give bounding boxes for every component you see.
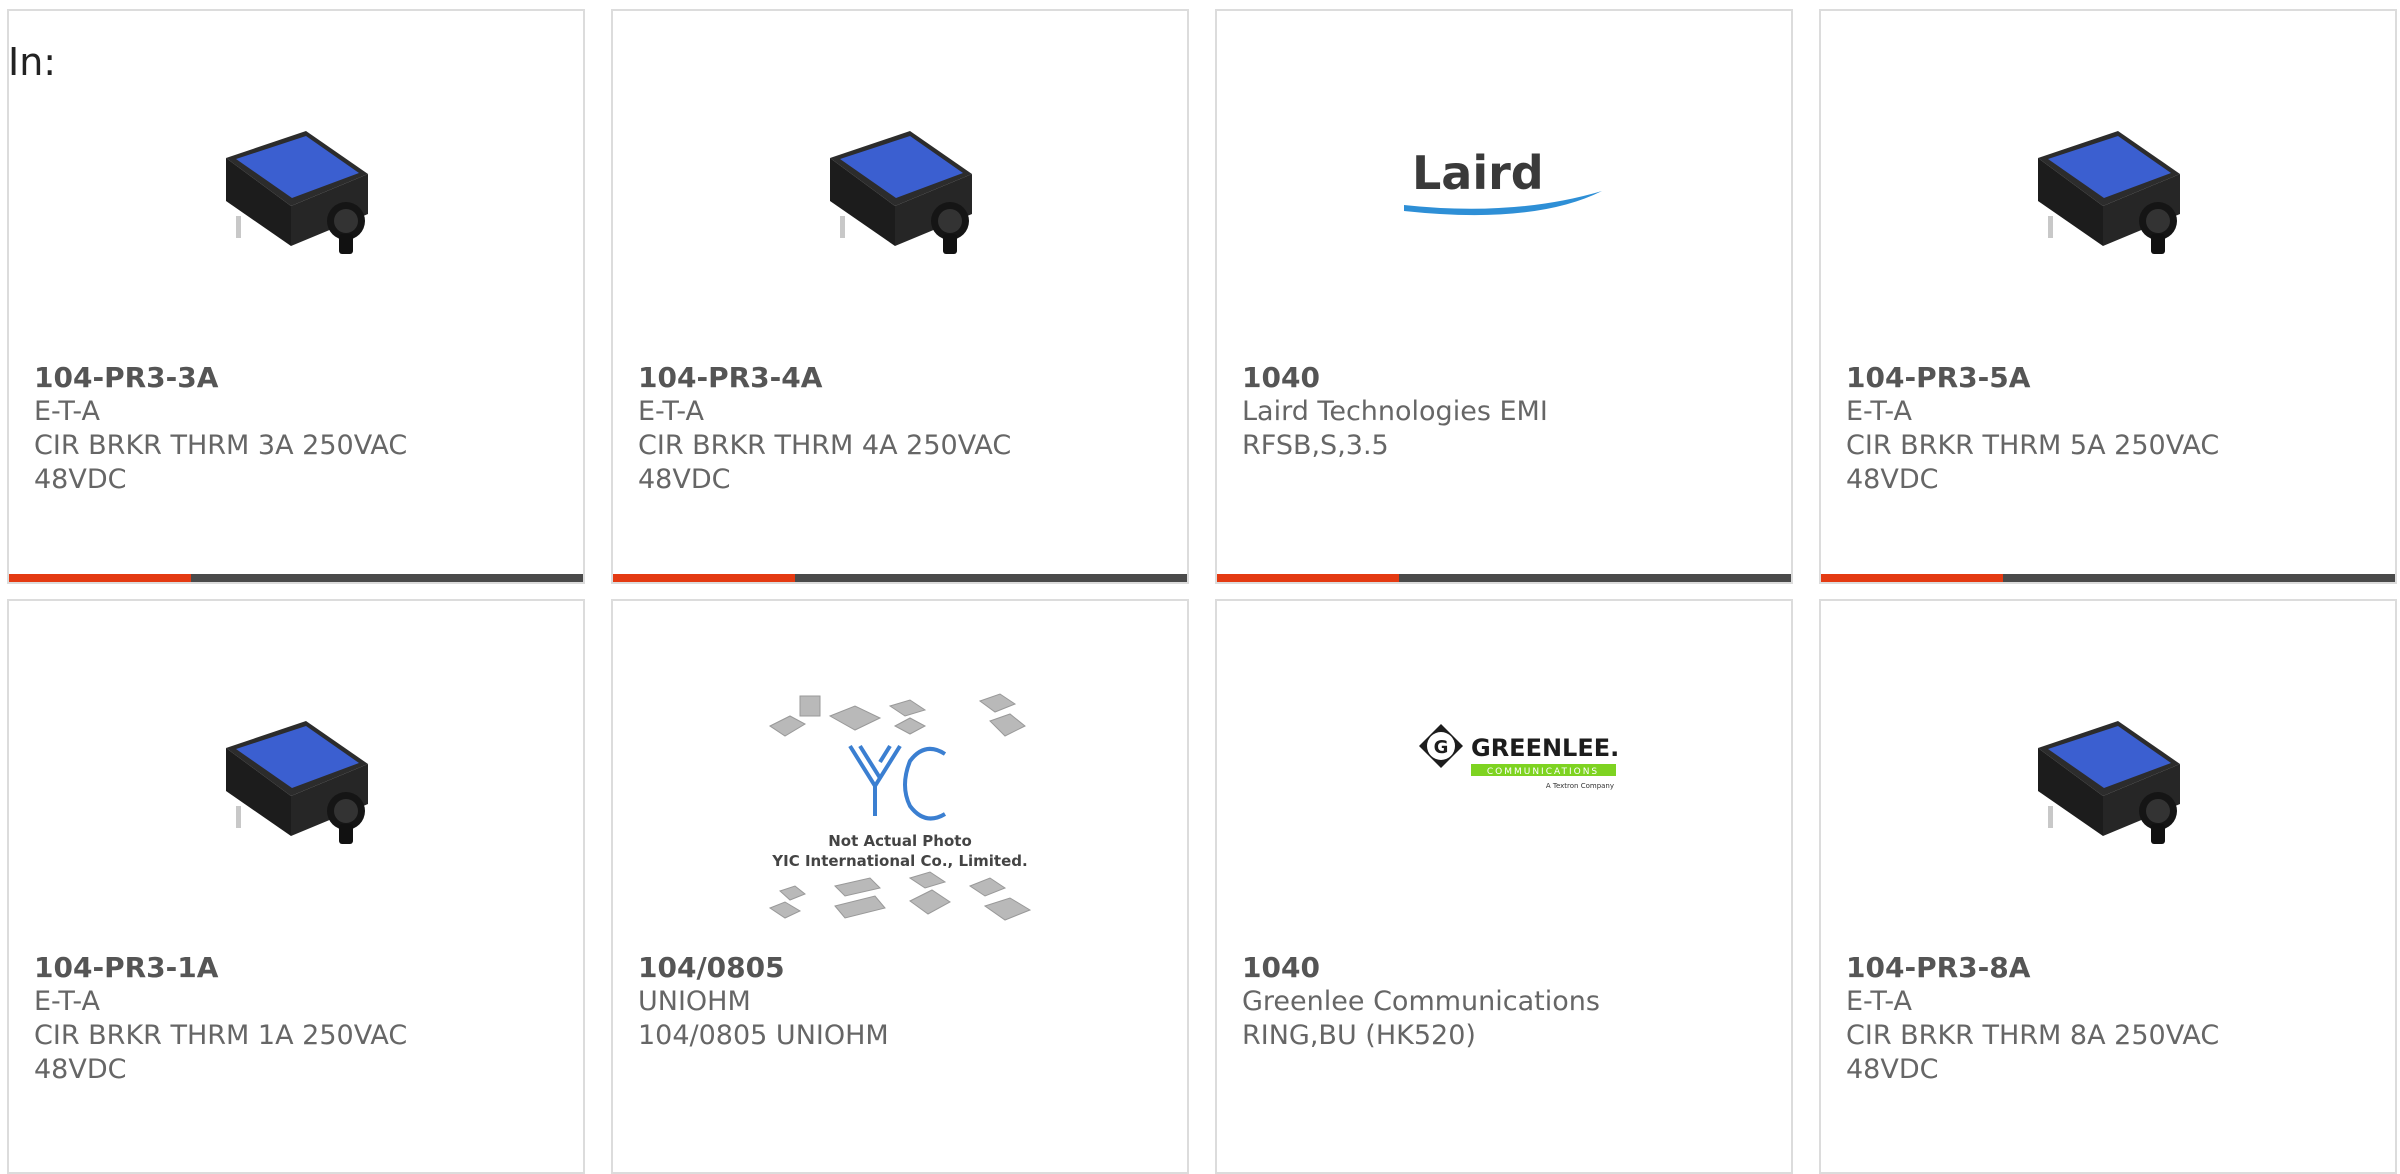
part-number[interactable]: 104/0805 xyxy=(638,951,1167,985)
description: CIR BRKR THRM 1A 250VAC 48VDC xyxy=(34,1020,408,1085)
product-image[interactable] xyxy=(1821,671,2395,871)
laird-logo: Laird xyxy=(1404,146,1602,216)
description: 104/0805 UNIOHM xyxy=(638,1020,889,1051)
card-bar xyxy=(9,574,583,582)
product-image[interactable] xyxy=(9,81,583,281)
card-bar xyxy=(1217,574,1791,582)
product-image[interactable]: Laird xyxy=(1217,81,1791,281)
photo-note-1: Not Actual Photo xyxy=(828,832,972,850)
part-number[interactable]: 104-PR3-4A xyxy=(638,361,1167,395)
svg-text:G: G xyxy=(1434,737,1449,758)
card-bar-accent xyxy=(1821,574,2003,582)
greenlee-logo-text: GREENLEE. xyxy=(1471,734,1619,762)
yic-placeholder-image: Not Actual Photo YIC International Co., … xyxy=(768,693,1032,921)
card-bar-accent xyxy=(9,574,191,582)
product-image[interactable]: G GREENLEE. COMMUNICATIONS A Textron Com… xyxy=(1217,671,1791,871)
part-number[interactable]: 104-PR3-5A xyxy=(1846,361,2375,395)
laird-logo-text: Laird xyxy=(1412,146,1544,200)
description: CIR BRKR THRM 3A 250VAC 48VDC xyxy=(34,430,408,495)
manufacturer: E-T-A xyxy=(638,396,704,427)
manufacturer: E-T-A xyxy=(1846,986,1912,1017)
manufacturer: E-T-A xyxy=(1846,396,1912,427)
card-bar-accent xyxy=(1217,574,1399,582)
description: CIR BRKR THRM 8A 250VAC 48VDC xyxy=(1846,1020,2220,1085)
card-bar xyxy=(613,574,1187,582)
card-bar xyxy=(1821,574,2395,582)
product-image[interactable] xyxy=(613,81,1187,281)
manufacturer: E-T-A xyxy=(34,986,100,1017)
product-card[interactable]: 104-PR3-1A E-T-A CIR BRKR THRM 1A 250VAC… xyxy=(7,599,585,1174)
greenlee-logo-sub: COMMUNICATIONS xyxy=(1487,767,1599,777)
greenlee-logo-tag: A Textron Company xyxy=(1546,782,1614,790)
manufacturer: Laird Technologies EMI xyxy=(1242,396,1548,427)
part-number[interactable]: 1040 xyxy=(1242,361,1771,395)
part-number[interactable]: 1040 xyxy=(1242,951,1771,985)
product-card[interactable]: 104-PR3-5A E-T-A CIR BRKR THRM 5A 250VAC… xyxy=(1819,9,2397,584)
part-number[interactable]: 104-PR3-1A xyxy=(34,951,563,985)
product-image[interactable]: Not Actual Photo YIC International Co., … xyxy=(613,686,1187,936)
filter-label: In: xyxy=(8,40,57,84)
manufacturer: Greenlee Communications xyxy=(1242,986,1600,1017)
manufacturer: E-T-A xyxy=(34,396,100,427)
photo-note-2: YIC International Co., Limited. xyxy=(771,852,1027,870)
greenlee-logo: G GREENLEE. COMMUNICATIONS A Textron Com… xyxy=(1419,724,1619,790)
card-bar-accent xyxy=(613,574,795,582)
product-card[interactable]: G GREENLEE. COMMUNICATIONS A Textron Com… xyxy=(1215,599,1793,1174)
product-card[interactable]: 104-PR3-4A E-T-A CIR BRKR THRM 4A 250VAC… xyxy=(611,9,1189,584)
product-card[interactable]: 104-PR3-3A E-T-A CIR BRKR THRM 3A 250VAC… xyxy=(7,9,585,584)
description: RING,BU (HK520) xyxy=(1242,1020,1476,1051)
product-card[interactable]: Laird 1040 Laird Technologies EMI RFSB,S… xyxy=(1215,9,1793,584)
product-card[interactable]: Not Actual Photo YIC International Co., … xyxy=(611,599,1189,1174)
description: CIR BRKR THRM 4A 250VAC 48VDC xyxy=(638,430,1012,495)
part-number[interactable]: 104-PR3-8A xyxy=(1846,951,2375,985)
part-number[interactable]: 104-PR3-3A xyxy=(34,361,563,395)
product-image[interactable] xyxy=(1821,81,2395,281)
product-card[interactable]: 104-PR3-8A E-T-A CIR BRKR THRM 8A 250VAC… xyxy=(1819,599,2397,1174)
manufacturer: UNIOHM xyxy=(638,986,751,1017)
description: CIR BRKR THRM 5A 250VAC 48VDC xyxy=(1846,430,2220,495)
description: RFSB,S,3.5 xyxy=(1242,430,1389,461)
product-image[interactable] xyxy=(9,671,583,871)
